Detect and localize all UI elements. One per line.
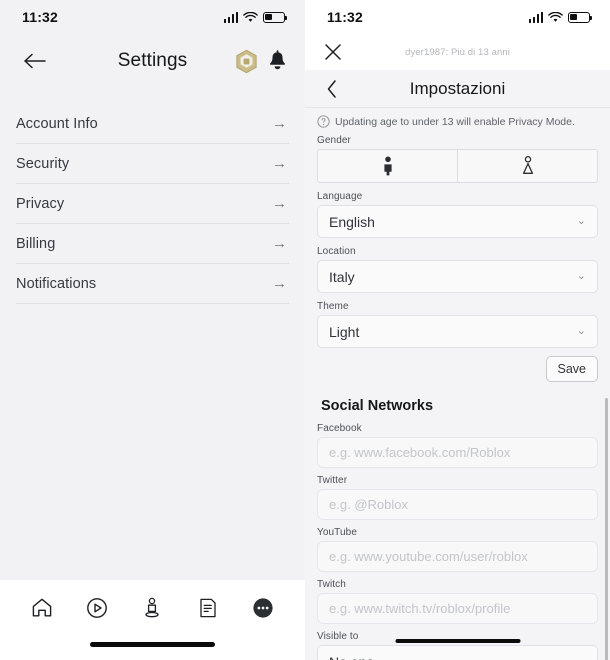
chevron-down-icon: ⌄ (576, 215, 586, 227)
header-actions (234, 49, 287, 74)
gender-label: Gender (317, 135, 351, 146)
input-placeholder: e.g. www.twitch.tv/roblox/profile (329, 601, 511, 616)
bell-icon[interactable] (268, 50, 287, 72)
youtube-label: YouTube (317, 527, 357, 538)
back-button[interactable] (18, 44, 52, 78)
chat-icon (200, 598, 216, 618)
status-time: 11:32 (327, 9, 364, 25)
chevron-left-icon (327, 79, 336, 98)
modal-top-bar: dyer1987: Più di 13 anni (305, 34, 610, 70)
account-subtitle: dyer1987: Più di 13 anni (405, 46, 510, 58)
arrow-left-icon (24, 53, 46, 69)
avatar-icon (145, 597, 160, 618)
back-button[interactable] (321, 78, 343, 100)
settings-form-body: Updating age to under 13 will enable Pri… (305, 108, 610, 660)
facebook-input[interactable]: e.g. www.facebook.com/Roblox (317, 437, 598, 468)
female-icon (522, 156, 533, 174)
chevron-down-icon: ⌄ (576, 325, 586, 337)
arrow-right-icon: → (272, 235, 287, 252)
left-header: Settings (0, 34, 305, 88)
settings-row-account-info[interactable]: Account Info → (16, 104, 289, 144)
webview-header: Impostazioni (305, 70, 610, 108)
save-button[interactable]: Save (545, 356, 598, 382)
language-label: Language (317, 191, 363, 202)
facebook-label: Facebook (317, 423, 362, 434)
select-value: Italy (329, 268, 355, 285)
settings-row-billing[interactable]: Billing → (16, 224, 289, 264)
row-label: Privacy (16, 195, 65, 212)
wifi-icon (548, 11, 563, 22)
home-indicator (90, 642, 215, 647)
visible-to-select[interactable]: No one ⌄ (317, 645, 598, 660)
language-select[interactable]: English ⌄ (317, 205, 598, 238)
chevron-down-icon: ⌄ (577, 656, 586, 660)
home-icon (32, 598, 51, 617)
select-value: Light (329, 323, 360, 340)
left-phone-panel: 11:32 Settings Account Info → Security →… (0, 0, 305, 660)
arrow-right-icon: → (272, 275, 287, 292)
robux-hex-icon[interactable] (234, 49, 259, 74)
row-label: Security (16, 155, 70, 172)
chevron-down-icon: ⌄ (576, 270, 586, 282)
tab-list (0, 580, 305, 636)
signal-icon (223, 11, 238, 23)
arrow-right-icon: → (272, 115, 287, 132)
signal-icon (528, 11, 543, 23)
page-title: Impostazioni (409, 78, 506, 98)
twitch-label: Twitch (317, 579, 346, 590)
tab-home[interactable] (25, 591, 59, 625)
input-placeholder: e.g. www.youtube.com/user/roblox (329, 549, 528, 564)
select-value: English (329, 213, 375, 230)
male-icon (383, 156, 392, 176)
tab-more[interactable] (246, 591, 280, 625)
gender-option-male[interactable] (318, 150, 457, 182)
twitter-input[interactable]: e.g. @Roblox (317, 489, 598, 520)
question-circle-icon (317, 115, 330, 128)
youtube-input[interactable]: e.g. www.youtube.com/user/roblox (317, 541, 598, 572)
status-indicators (223, 11, 288, 23)
location-label: Location (317, 246, 356, 257)
location-select[interactable]: Italy ⌄ (317, 260, 598, 293)
save-row: Save (317, 356, 598, 382)
input-placeholder: e.g. @Roblox (329, 497, 408, 512)
tab-chat[interactable] (191, 591, 225, 625)
twitter-label: Twitter (317, 475, 348, 486)
play-circle-icon (87, 598, 107, 618)
tab-avatar[interactable] (135, 591, 169, 625)
home-indicator (395, 638, 520, 643)
settings-row-notifications[interactable]: Notifications → (16, 264, 289, 304)
twitch-input[interactable]: e.g. www.twitch.tv/roblox/profile (317, 593, 598, 624)
privacy-mode-notice: Updating age to under 13 will enable Pri… (317, 115, 598, 128)
row-label: Billing (16, 235, 56, 252)
vertical-scrollbar[interactable] (605, 398, 608, 660)
theme-label: Theme (317, 301, 349, 312)
notice-text: Updating age to under 13 will enable Pri… (335, 115, 575, 128)
arrow-right-icon: → (272, 155, 287, 172)
more-dots-icon (253, 598, 273, 618)
theme-select[interactable]: Light ⌄ (317, 315, 598, 348)
status-time: 11:32 (22, 9, 59, 25)
right-phone-panel: 11:32 dyer1987: Più di 13 anni Impostazi… (305, 0, 610, 660)
battery-icon (568, 11, 593, 23)
select-value: No one (329, 654, 577, 660)
row-label: Notifications (16, 275, 97, 292)
dual-phone-screenshot: 11:32 Settings Account Info → Security →… (0, 0, 610, 660)
status-indicators (528, 11, 593, 23)
gender-option-female[interactable] (457, 150, 597, 182)
wifi-icon (243, 11, 258, 22)
row-label: Account Info (16, 115, 98, 132)
social-networks-title: Social Networks (321, 398, 434, 414)
settings-row-security[interactable]: Security → (16, 144, 289, 184)
settings-row-privacy[interactable]: Privacy → (16, 184, 289, 224)
right-status-bar: 11:32 (305, 0, 610, 34)
gender-selector (317, 149, 598, 183)
tab-play[interactable] (80, 591, 114, 625)
arrow-right-icon: → (272, 195, 287, 212)
bottom-tab-bar (0, 580, 305, 660)
left-status-bar: 11:32 (0, 0, 305, 34)
battery-icon (263, 11, 288, 23)
settings-menu-list: Account Info → Security → Privacy → Bill… (0, 104, 305, 304)
input-placeholder: e.g. www.facebook.com/Roblox (329, 445, 511, 460)
